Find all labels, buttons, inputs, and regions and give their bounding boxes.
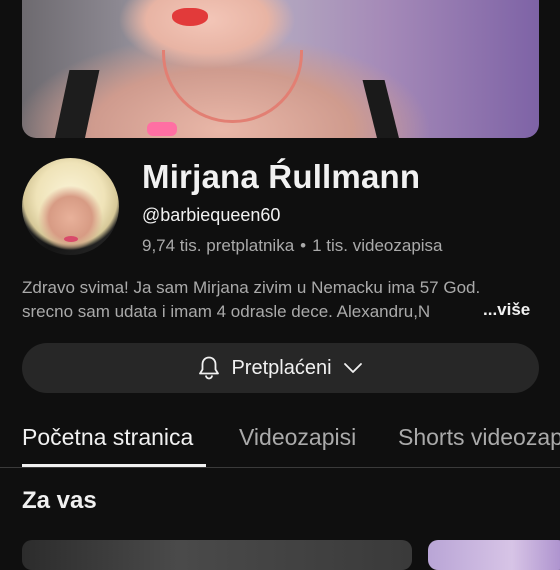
channel-banner[interactable] [22,0,539,138]
subscribed-button[interactable]: Pretplaćeni [22,343,539,393]
video-count: 1 tis. videozapisa [312,236,443,255]
tabs-divider [0,467,560,468]
bell-icon [197,355,221,381]
stats-separator: • [300,236,307,255]
description-line-1: Zdravo svima! Ja sam Mirjana zivim u Nem… [22,278,481,297]
channel-tabs: Početna stranica Videozapisi Shorts vide… [0,412,560,468]
tab-home[interactable]: Početna stranica [22,424,193,451]
subscribed-label: Pretplaćeni [231,356,332,379]
channel-avatar[interactable] [22,158,119,255]
subscriber-count: 9,74 tis. pretplatnika [142,236,295,255]
video-thumbnail[interactable] [22,540,412,570]
channel-stats: 9,74 tis. pretplatnika • 1 tis. videozapis… [142,236,443,256]
channel-handle: @barbiequeen60 [142,205,281,225]
tab-videos[interactable]: Videozapisi [239,424,356,451]
channel-name: Mirjana Ŕullmann [142,158,421,195]
video-thumbnail[interactable] [428,540,560,570]
chevron-down-icon [342,361,364,375]
section-title: Za vas [22,487,97,514]
description-more-link[interactable]: ...više [483,300,530,320]
channel-description[interactable]: Zdravo svima! Ja sam Mirjana zivim u Nem… [22,276,542,324]
description-line-2: srecno sam udata i imam 4 odrasle dece. … [22,300,482,324]
tab-shorts[interactable]: Shorts videozapisi [398,424,560,451]
